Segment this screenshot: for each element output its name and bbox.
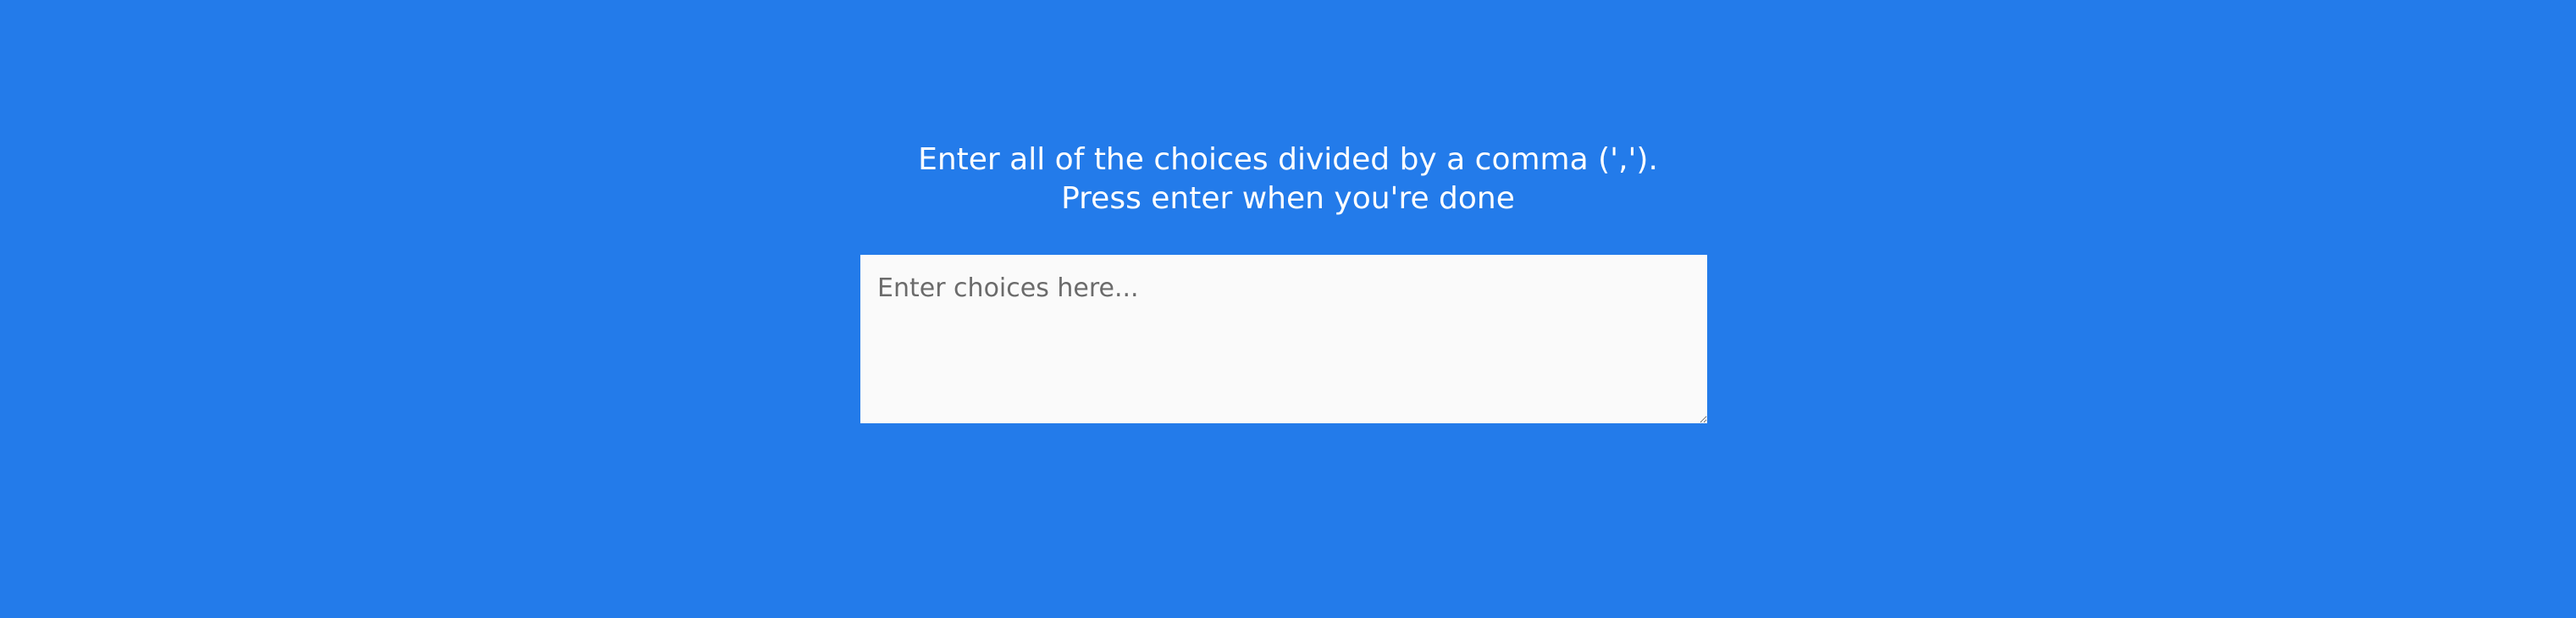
choices-textarea[interactable] <box>860 255 1707 423</box>
instruction-line-2: Press enter when you're done <box>1061 181 1515 216</box>
instructions: Enter all of the choices divided by a co… <box>0 141 2576 218</box>
instruction-line-1: Enter all of the choices divided by a co… <box>918 142 1658 177</box>
choice-entry-page: Enter all of the choices divided by a co… <box>0 0 2576 618</box>
